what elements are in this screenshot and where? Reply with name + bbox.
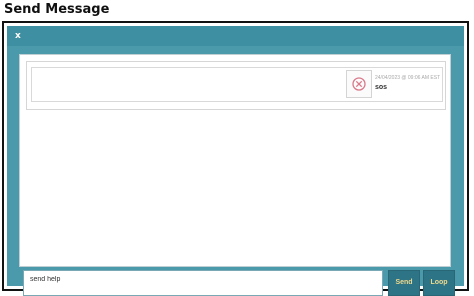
- message-text: sos: [375, 84, 388, 91]
- send-button[interactable]: Send: [388, 270, 420, 296]
- delete-icon: [352, 77, 366, 91]
- dialog-titlebar: x: [7, 26, 464, 46]
- dialog-body: 24/04/2023 @ 09:06 AM EST sos Send Loop: [7, 46, 464, 296]
- message-input[interactable]: [24, 271, 382, 295]
- message-area: 24/04/2023 @ 09:06 AM EST sos: [19, 54, 451, 267]
- close-icon[interactable]: x: [15, 29, 27, 43]
- message-dialog: x 24/04/2023 @ 09:06 AM EST sos send hel…: [2, 21, 469, 296]
- message-item: 24/04/2023 @ 09:06 AM EST sos: [31, 67, 443, 102]
- message-list: 24/04/2023 @ 09:06 AM EST sos: [26, 61, 446, 110]
- page-title: Send Message: [4, 2, 110, 17]
- message-input-wrapper: [23, 270, 383, 296]
- loop-button[interactable]: Loop: [423, 270, 455, 296]
- delete-message-button[interactable]: [346, 70, 372, 98]
